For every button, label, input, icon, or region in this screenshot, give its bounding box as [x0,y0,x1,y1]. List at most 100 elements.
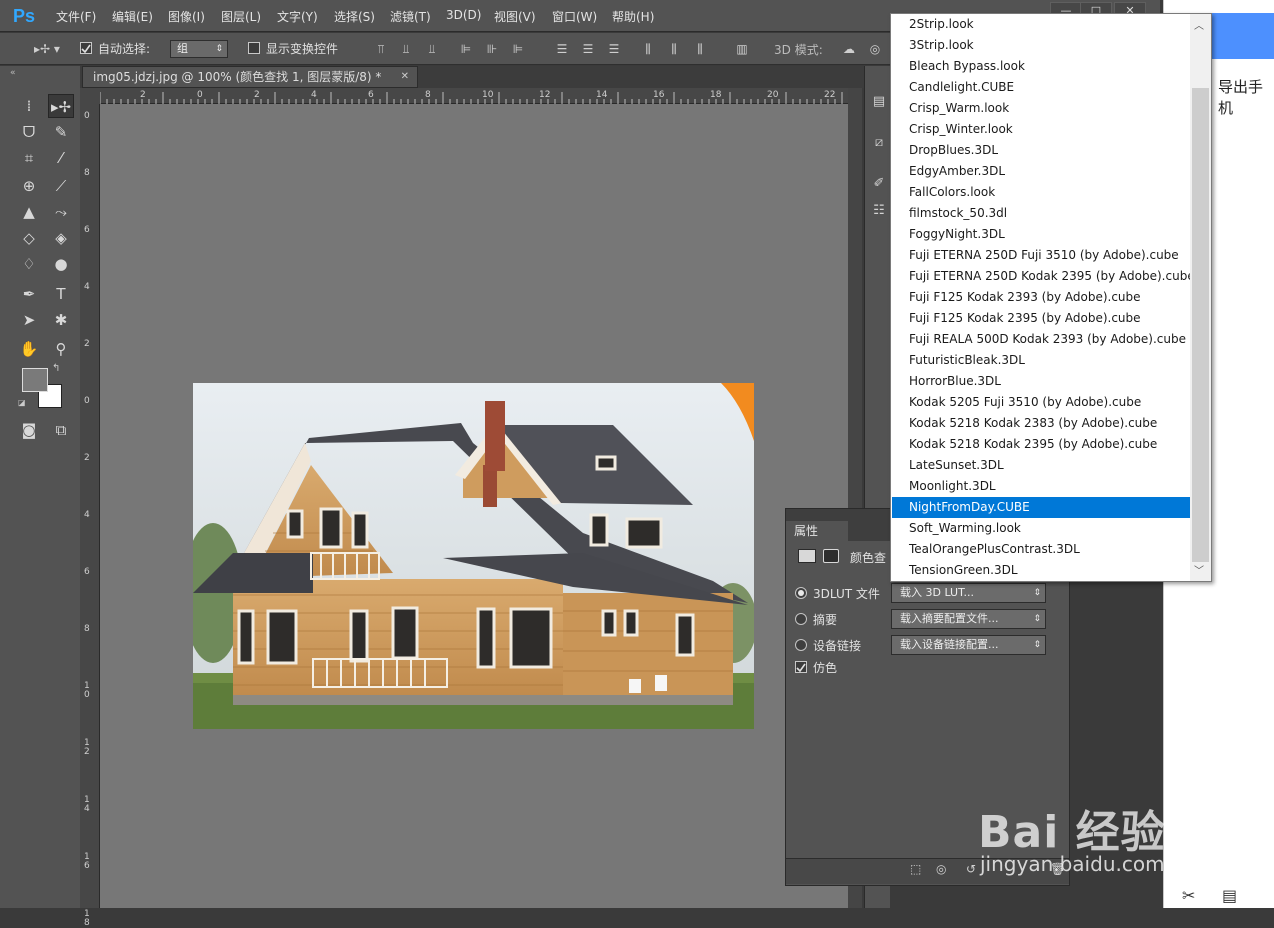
type-tool-icon[interactable]: T [48,282,74,306]
mask-icon[interactable] [823,549,839,563]
distribute-vcenter-icon[interactable]: ☰ [579,40,597,58]
hand-tool-icon[interactable]: ✋ [16,337,42,361]
properties-tab[interactable]: 属性 [786,521,848,541]
quick-select-tool-icon[interactable]: ✎ [48,120,74,144]
dropdown-item[interactable]: Kodak 5218 Kodak 2395 (by Adobe).cube [892,434,1190,455]
dropdown-item[interactable]: HorrorBlue.3DL [892,371,1190,392]
dropdown-item[interactable]: Crisp_Winter.look [892,119,1190,140]
dropdown-item[interactable]: Crisp_Warm.look [892,98,1190,119]
dropdown-item[interactable]: TensionGreen.3DL [892,560,1190,581]
dropdown-item[interactable]: 2Strip.look [892,14,1190,35]
dropdown-scrollbar-thumb[interactable] [1192,88,1209,562]
default-colors-icon[interactable]: ◪ [18,398,26,407]
marquee-tool-icon[interactable]: ⁞ [16,94,42,118]
crop-tool-icon[interactable]: ⌗ [16,146,42,170]
quick-mask-icon[interactable]: ◙ [16,418,42,442]
clone-stamp-icon[interactable]: ▲ [16,200,42,224]
document-tab[interactable]: img05.jdzj.jpg @ 100% (颜色查找 1, 图层蒙版/8) *… [82,66,418,88]
view-previous-icon[interactable]: ◎ [936,862,946,876]
menu-image[interactable]: 图像(I) [168,8,205,25]
screen-mode-icon[interactable]: ⧉ [48,418,74,442]
properties-panel-icon[interactable]: ⧄ [870,134,888,152]
adjustments-panel-icon[interactable]: ☷ [870,202,888,220]
3d-rotate-icon[interactable]: ☁ [840,40,858,58]
distribute-right-icon[interactable]: ⫼ [691,40,709,58]
move-tool-preset-icon[interactable]: ▸✢ ▾ [30,40,64,58]
close-tab-icon[interactable]: ✕ [401,67,409,87]
dropdown-item[interactable]: Bleach Bypass.look [892,56,1190,77]
dropdown-item[interactable]: FuturisticBleak.3DL [892,350,1190,371]
dropdown-item-selected[interactable]: NightFromDay.CUBE [892,497,1190,518]
clip-to-layer-icon[interactable]: ⬚ [910,862,921,876]
auto-select-checkbox[interactable] [80,42,92,54]
align-right-icon[interactable]: ⊫ [509,40,527,58]
auto-align-icon[interactable]: ▥ [733,40,751,58]
dropdown-item[interactable]: TealOrangePlusContrast.3DL [892,539,1190,560]
distribute-top-icon[interactable]: ☰ [553,40,571,58]
menu-file[interactable]: 文件(F) [56,8,96,25]
browser-export-text[interactable]: 导出手机 [1218,76,1274,118]
paint-bucket-icon[interactable]: ◈ [48,226,74,250]
dropdown-item[interactable]: Fuji REALA 500D Kodak 2393 (by Adobe).cu… [892,329,1190,350]
align-left-icon[interactable]: ⊫ [457,40,475,58]
show-transform-checkbox[interactable] [248,42,260,54]
dropdown-item[interactable]: Kodak 5218 Kodak 2383 (by Adobe).cube [892,413,1190,434]
align-vcenter-icon[interactable]: ⫫ [397,40,415,58]
dropdown-item[interactable]: LateSunset.3DL [892,455,1190,476]
distribute-hcenter-icon[interactable]: ⫼ [665,40,683,58]
dropdown-item[interactable]: 3Strip.look [892,35,1190,56]
distribute-bottom-icon[interactable]: ☰ [605,40,623,58]
dropdown-item[interactable]: FallColors.look [892,182,1190,203]
menu-type[interactable]: 文字(Y) [277,8,318,25]
scissors-icon[interactable]: ✂ [1182,886,1195,905]
pen-tool-icon[interactable]: ✒ [16,282,42,306]
lut-file-dropdown-list[interactable]: 2Strip.look 3Strip.look Bleach Bypass.look… [890,13,1212,582]
menu-select[interactable]: 选择(S) [334,8,375,25]
menu-window[interactable]: 窗口(W) [552,8,597,25]
eraser-tool-icon[interactable]: ◇ [16,226,42,250]
dither-checkbox[interactable] [795,661,807,673]
load-3dlut-dropdown[interactable]: 载入 3D LUT... ⇕ [891,583,1046,603]
3d-roll-icon[interactable]: ◎ [866,40,884,58]
swap-colors-icon[interactable]: ↰ [52,363,60,374]
radio-abstract[interactable] [795,613,807,625]
radio-3dlut[interactable] [795,587,807,599]
dropdown-item[interactable]: Fuji ETERNA 250D Fuji 3510 (by Adobe).cu… [892,245,1190,266]
scroll-up-icon[interactable]: ︿ [1194,17,1204,32]
zoom-tool-icon[interactable]: ⚲ [48,337,74,361]
load-device-link-dropdown[interactable]: 载入设备链接配置... ⇕ [891,635,1046,655]
reset-icon[interactable]: ↺ [966,862,976,876]
ruler-origin[interactable] [80,88,100,104]
brush-panel-icon[interactable]: ✐ [870,175,888,193]
dropdown-item[interactable]: Fuji ETERNA 250D Kodak 2395 (by Adobe).c… [892,266,1190,287]
dropdown-item[interactable]: Candlelight.CUBE [892,77,1190,98]
align-top-icon[interactable]: ⫪ [372,40,390,58]
document-icon[interactable]: ▤ [1222,886,1237,905]
dropdown-item[interactable]: DropBlues.3DL [892,140,1190,161]
auto-select-dropdown[interactable]: 组 ⇕ [170,40,228,58]
dropdown-item[interactable]: FoggyNight.3DL [892,224,1190,245]
align-hcenter-icon[interactable]: ⊪ [483,40,501,58]
dropdown-item[interactable]: Kodak 5205 Fuji 3510 (by Adobe).cube [892,392,1190,413]
scroll-down-icon[interactable]: ﹀ [1194,562,1204,577]
dropdown-item[interactable]: Fuji F125 Kodak 2393 (by Adobe).cube [892,287,1190,308]
path-select-icon[interactable]: ➤ [16,308,42,332]
menu-help[interactable]: 帮助(H) [612,8,654,25]
adjustment-grid-icon[interactable] [798,549,816,563]
menu-filter[interactable]: 滤镜(T) [390,8,431,25]
custom-shape-icon[interactable]: ✱ [48,308,74,332]
healing-brush-icon[interactable]: ⊕ [16,174,42,198]
blur-tool-icon[interactable]: ♢ [16,252,42,276]
menu-3d[interactable]: 3D(D) [446,8,481,22]
history-panel-icon[interactable]: ▤ [870,93,888,111]
distribute-left-icon[interactable]: ⫼ [639,40,657,58]
eyedropper-tool-icon[interactable]: ⁄ [48,146,74,170]
radio-device-link[interactable] [795,639,807,651]
dropdown-item[interactable]: EdgyAmber.3DL [892,161,1190,182]
align-bottom-icon[interactable]: ⫫ [423,40,441,58]
dropdown-item[interactable]: Fuji F125 Kodak 2395 (by Adobe).cube [892,308,1190,329]
lasso-tool-icon[interactable]: ᗜ [16,120,42,144]
dropdown-item[interactable]: Soft_Warming.look [892,518,1190,539]
menu-edit[interactable]: 编辑(E) [112,8,153,25]
move-tool-icon[interactable]: ▸✢ [48,94,74,118]
